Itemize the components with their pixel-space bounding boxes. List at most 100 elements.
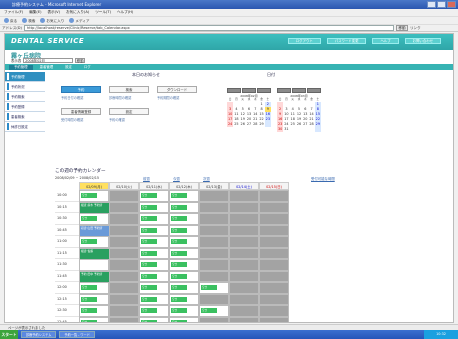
schedule-cell[interactable]: [259, 201, 289, 213]
schedule-cell[interactable]: [259, 224, 289, 236]
schedule-cell[interactable]: [259, 270, 289, 282]
notice-link-date[interactable]: 予約日付の確認: [61, 95, 83, 100]
menu-favorites[interactable]: お気に入り(A): [66, 9, 89, 16]
taskbar-item[interactable]: 予約一覧 - ワード: [59, 331, 95, 338]
day-header[interactable]: 02/15(日): [259, 182, 289, 190]
reserve-button[interactable]: 予約: [61, 86, 101, 93]
prev-month-button[interactable]: [227, 88, 241, 93]
schedule-cell[interactable]: 空き: [199, 305, 229, 317]
schedule-cell[interactable]: [259, 316, 289, 322]
schedule-cell[interactable]: 空き: [169, 190, 199, 202]
schedule-cell[interactable]: 予約 田中 予約済: [79, 270, 109, 283]
available-slot[interactable]: 空き: [81, 319, 97, 322]
schedule-cell[interactable]: 空き: [169, 224, 199, 236]
start-button[interactable]: スタート: [0, 330, 18, 339]
minimize-button[interactable]: [427, 1, 436, 8]
settings-button[interactable]: 設定: [109, 108, 149, 115]
schedule-cell[interactable]: 空き: [139, 282, 169, 294]
schedule-cell[interactable]: [199, 224, 229, 236]
available-slot[interactable]: 空き: [141, 319, 157, 322]
schedule-cell[interactable]: [109, 316, 139, 322]
week-go-button[interactable]: 移動: [75, 58, 86, 63]
sidebar-item-search[interactable]: 予約検索: [5, 92, 45, 102]
available-slot[interactable]: 空き: [141, 227, 157, 233]
available-slot[interactable]: 空き: [141, 273, 157, 279]
menu-tools[interactable]: ツール(T): [95, 9, 111, 16]
schedule-cell[interactable]: [199, 316, 229, 322]
go-button[interactable]: 移動: [395, 25, 408, 31]
day-header[interactable]: 02/09(月): [79, 182, 109, 190]
available-slot[interactable]: 空き: [171, 250, 187, 256]
schedule-cell[interactable]: [79, 259, 109, 271]
notice-link-confirm[interactable]: 予約の確認: [109, 117, 125, 122]
schedule-cell[interactable]: 空き: [79, 305, 109, 317]
schedule-cell[interactable]: 空き: [79, 282, 109, 294]
schedule-cell[interactable]: [229, 293, 259, 305]
schedule-cell[interactable]: [199, 293, 229, 305]
schedule-cell[interactable]: [199, 259, 229, 271]
sidebar-item-reservation-management[interactable]: 予約管理: [5, 72, 45, 82]
schedule-cell[interactable]: 空き: [139, 316, 169, 322]
schedule-cell[interactable]: [229, 213, 259, 225]
day-header[interactable]: 02/10(火): [109, 182, 139, 190]
logout-link[interactable]: ログアウト: [287, 38, 321, 44]
sidebar-item-patient-search[interactable]: 患者検索: [5, 112, 45, 122]
schedule-cell[interactable]: 空き: [169, 213, 199, 225]
patient-register-button[interactable]: 患者情報登録: [61, 108, 101, 115]
schedule-cell[interactable]: 空き: [169, 316, 199, 322]
schedule-cell[interactable]: 空き: [139, 293, 169, 305]
schedule-cell[interactable]: [109, 270, 139, 282]
password-link[interactable]: パスワード変更: [326, 38, 367, 44]
schedule-cell[interactable]: 空き: [139, 190, 169, 202]
schedule-cell[interactable]: [229, 282, 259, 294]
week-select[interactable]: 2008年02月: [23, 58, 74, 63]
tab-settings[interactable]: 設定: [60, 65, 77, 70]
schedule-cell[interactable]: 空き: [139, 259, 169, 271]
available-slot[interactable]: 空き: [81, 308, 97, 313]
notice-link-period[interactable]: 予約期間の確認: [157, 95, 179, 100]
schedule-cell[interactable]: [199, 247, 229, 259]
schedule-cell[interactable]: 空き: [169, 259, 199, 271]
schedule-cell[interactable]: 空き: [169, 305, 199, 317]
schedule-cell[interactable]: [259, 247, 289, 259]
tab-reservations[interactable]: 予約管理: [9, 64, 33, 70]
menu-edit[interactable]: 編集(E): [29, 9, 41, 16]
download-button[interactable]: ダウンロード: [157, 86, 197, 93]
schedule-cell[interactable]: 空き: [79, 316, 109, 322]
schedule-cell[interactable]: 検査 鈴木 予約済: [79, 201, 109, 214]
sidebar-item-register[interactable]: 予約登録: [5, 102, 45, 112]
available-slot[interactable]: 空き: [201, 285, 217, 290]
schedule-cell[interactable]: [109, 224, 139, 236]
available-slot[interactable]: 空き: [81, 216, 97, 221]
schedule-cell[interactable]: 空き: [139, 236, 169, 248]
available-slot[interactable]: 空き: [141, 296, 157, 302]
available-slot[interactable]: 空き: [171, 319, 187, 322]
tab-log[interactable]: ログ: [79, 65, 96, 70]
schedule-cell[interactable]: 空き: [169, 293, 199, 305]
schedule-cell[interactable]: [229, 316, 259, 322]
schedule-cell[interactable]: [259, 190, 289, 202]
available-slot[interactable]: 空き: [201, 308, 217, 313]
available-slot[interactable]: 空き: [171, 273, 187, 279]
schedule-cell[interactable]: [109, 236, 139, 248]
schedule-cell[interactable]: 空き: [79, 213, 109, 225]
next-week-link[interactable]: 次週: [203, 176, 210, 181]
address-input[interactable]: http://localhost/reserve/Clinic/Reserve/…: [23, 25, 394, 31]
schedule-cell[interactable]: [109, 190, 139, 202]
available-slot[interactable]: 空き: [141, 262, 157, 267]
media-button[interactable]: メディア: [69, 17, 89, 24]
schedule-cell[interactable]: [229, 236, 259, 248]
schedule-cell[interactable]: 空き: [139, 305, 169, 317]
available-slot[interactable]: 空き: [171, 227, 187, 233]
schedule-cell[interactable]: [229, 247, 259, 259]
next-month-button[interactable]: [292, 88, 306, 93]
available-slot[interactable]: 空き: [141, 308, 157, 313]
favorites-button[interactable]: お気に入り: [40, 17, 64, 24]
schedule-cell[interactable]: [199, 270, 229, 282]
schedule-cell[interactable]: 空き: [169, 247, 199, 259]
schedule-cell[interactable]: 空き: [139, 247, 169, 259]
schedule-cell[interactable]: [229, 201, 259, 213]
schedule-cell[interactable]: [229, 190, 259, 202]
schedule-cell[interactable]: [229, 305, 259, 317]
schedule-cell[interactable]: [259, 259, 289, 271]
